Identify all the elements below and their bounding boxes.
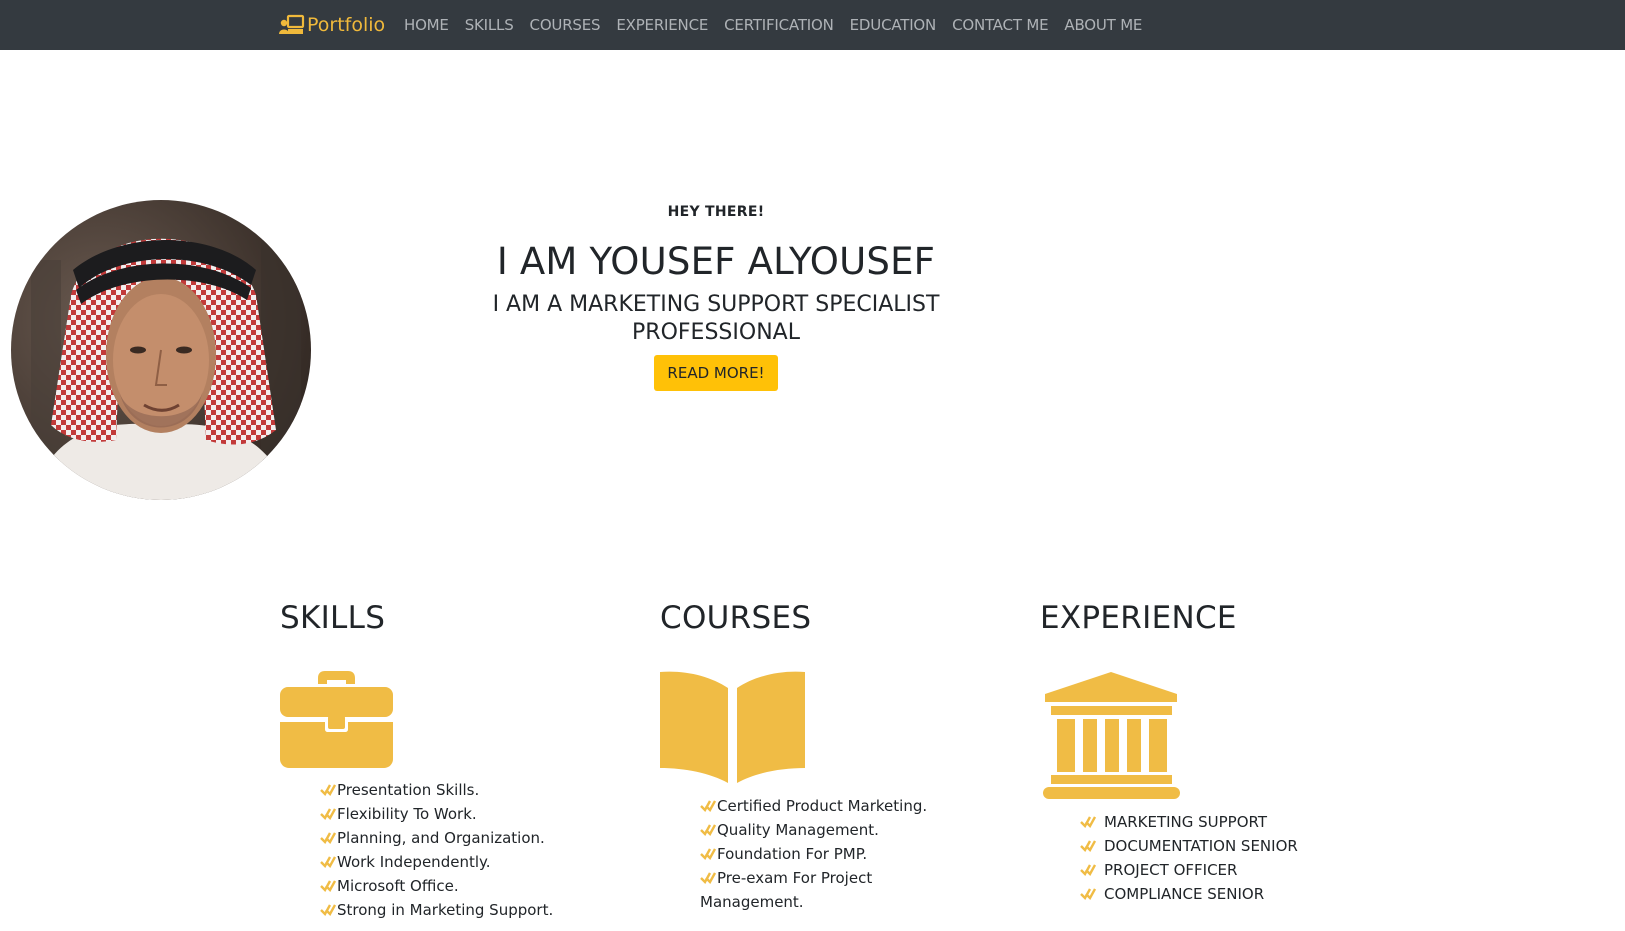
list-item: Presentation Skills.: [320, 778, 553, 802]
check-icon: [320, 856, 336, 868]
check-icon: [700, 848, 716, 860]
nav-link-contact[interactable]: CONTACT ME: [952, 16, 1049, 34]
course-text: Foundation For PMP.: [717, 845, 868, 863]
course-text: Quality Management.: [717, 821, 879, 839]
course-text: Certified Product Marketing.: [717, 797, 928, 815]
nav-link-skills[interactable]: SKILLS: [465, 16, 514, 34]
list-item: MARKETING SUPPORT: [1080, 810, 1298, 834]
hero-section: HEY THERE! I AM YOUSEF ALYOUSEF I AM A M…: [466, 200, 966, 391]
experience-text: MARKETING SUPPORT: [1104, 813, 1268, 831]
hero-name: I AM YOUSEF ALYOUSEF: [496, 240, 936, 283]
nav-link-home[interactable]: HOME: [404, 16, 449, 34]
brand-link[interactable]: Portfolio: [279, 10, 385, 40]
check-icon: [1080, 816, 1096, 828]
check-icon: [320, 880, 336, 892]
list-item: COMPLIANCE SENIOR: [1080, 882, 1298, 906]
skill-text: Microsoft Office.: [337, 877, 459, 895]
check-icon: [320, 808, 336, 820]
navbar: Portfolio HOME SKILLS COURSES EXPERIENCE…: [0, 0, 1625, 50]
experience-text: PROJECT OFFICER: [1104, 861, 1238, 879]
list-item: DOCUMENTATION SENIOR: [1080, 834, 1298, 858]
skills-section: SKILLS Presentation Skills. Flexibility …: [280, 600, 620, 919]
check-icon: [1080, 840, 1096, 852]
skill-text: Strong in Marketing Support.: [337, 901, 554, 919]
hero-subtitle: I AM A MARKETING SUPPORT SPECIALIST PROF…: [492, 292, 940, 345]
nav-link-about[interactable]: ABOUT ME: [1064, 16, 1142, 34]
list-item: PROJECT OFFICER: [1080, 858, 1298, 882]
nav-link-certification[interactable]: CERTIFICATION: [724, 16, 834, 34]
check-icon: [700, 872, 716, 884]
profile-photo: [11, 200, 311, 500]
list-item: Work Independently.: [320, 850, 553, 874]
experience-text: DOCUMENTATION SENIOR: [1104, 837, 1298, 855]
skill-text: Planning, and Organization.: [337, 829, 545, 847]
presenter-board-icon: [279, 14, 305, 34]
check-icon: [700, 800, 716, 812]
brand-label: Portfolio: [307, 14, 386, 36]
list-item: Planning, and Organization.: [320, 826, 553, 850]
skills-title: SKILLS: [280, 600, 386, 636]
check-icon: [700, 824, 716, 836]
nav-links: HOME SKILLS COURSES EXPERIENCE CERTIFICA…: [404, 0, 1158, 50]
courses-title: COURSES: [660, 600, 812, 636]
experience-text: COMPLIANCE SENIOR: [1104, 885, 1265, 903]
list-item: Quality Management.: [700, 818, 940, 842]
check-icon: [1080, 888, 1096, 900]
hero-greeting: HEY THERE!: [667, 204, 765, 220]
check-icon: [320, 832, 336, 844]
nav-link-education[interactable]: EDUCATION: [850, 16, 937, 34]
profile-photo-illustration: [11, 200, 311, 500]
list-item: Certified Product Marketing.: [700, 794, 940, 818]
institution-icon: [1043, 672, 1180, 799]
list-item: Microsoft Office.: [320, 874, 553, 898]
skill-text: Flexibility To Work.: [337, 805, 477, 823]
nav-link-courses[interactable]: COURSES: [530, 16, 601, 34]
check-icon: [320, 904, 336, 916]
list-item: Foundation For PMP.: [700, 842, 940, 866]
check-icon: [320, 784, 336, 796]
read-more-button[interactable]: READ MORE!: [654, 355, 778, 391]
course-text: Pre-exam For Project Management.: [700, 869, 873, 911]
list-item: Strong in Marketing Support.: [320, 898, 553, 922]
skill-text: Presentation Skills.: [337, 781, 480, 799]
open-book-icon: [660, 671, 805, 783]
nav-link-experience[interactable]: EXPERIENCE: [616, 16, 708, 34]
list-item: Flexibility To Work.: [320, 802, 553, 826]
experience-list: MARKETING SUPPORT DOCUMENTATION SENIOR P…: [1080, 810, 1298, 906]
list-item: Pre-exam For Project Management.: [700, 866, 940, 914]
briefcase-icon: [280, 671, 393, 768]
skill-text: Work Independently.: [337, 853, 491, 871]
experience-title: EXPERIENCE: [1040, 600, 1237, 636]
experience-section: EXPERIENCE MARKETING SUPPORT DOCUMENTATI…: [1040, 600, 1380, 903]
skills-list: Presentation Skills. Flexibility To Work…: [320, 778, 553, 922]
courses-list: Certified Product Marketing. Quality Man…: [700, 794, 940, 914]
courses-section: COURSES Certified Product Marketing. Qua…: [660, 600, 1000, 911]
check-icon: [1080, 864, 1096, 876]
